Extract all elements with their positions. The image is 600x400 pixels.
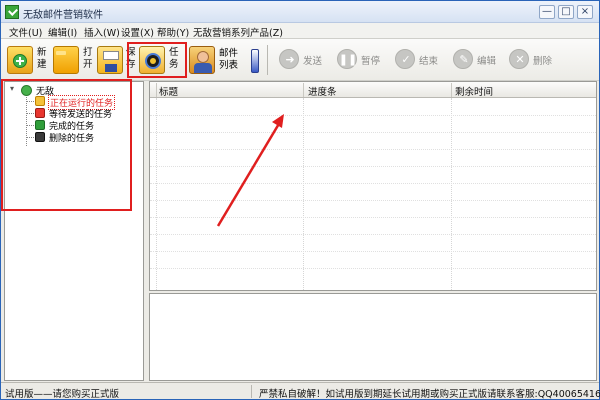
pencil-icon: ✎ — [453, 49, 473, 69]
app-logo-icon — [5, 5, 19, 19]
delete-button[interactable]: ✕ 删除 — [509, 49, 563, 71]
end-button[interactable]: ✓ 结束 — [395, 49, 449, 71]
mail-list-icon — [189, 46, 215, 74]
close-button[interactable]: × — [577, 5, 593, 19]
save-disk-icon — [97, 46, 123, 74]
annotation-box-task — [127, 42, 187, 78]
status-license: 试用版——请您购买正式版 — [5, 389, 120, 400]
menu-products[interactable]: 无敌营销系列产品(Z) — [193, 25, 283, 39]
delete-label: 删除 — [533, 56, 553, 67]
mail-list-button[interactable]: 邮件列表 — [189, 42, 247, 78]
send-label: 发送 — [303, 56, 323, 67]
end-label: 结束 — [419, 56, 439, 67]
pause-label: 暂停 — [361, 56, 381, 67]
open-label: 打开 — [83, 47, 93, 70]
title-bar: 无敌邮件营销软件 — □ × — [1, 1, 599, 23]
toolbar-more-icon[interactable] — [251, 49, 259, 73]
open-button[interactable]: 打开 — [53, 42, 95, 78]
menu-bar: 文件(U) 编辑(I) 插入(W) 设置(X) 帮助(Y) 无敌营销系列产品(Z… — [1, 23, 599, 39]
annotation-box-tree — [1, 79, 132, 211]
folder-icon — [53, 46, 79, 74]
new-label: 新建 — [37, 47, 47, 70]
toolbar-separator — [267, 45, 268, 75]
pause-button[interactable]: ❚❚ 暂停 — [337, 49, 391, 71]
pause-icon: ❚❚ — [337, 49, 357, 69]
window-title: 无敌邮件营销软件 — [23, 10, 103, 21]
send-arrow-icon: ➜ — [279, 49, 299, 69]
menu-settings[interactable]: 设置(X) — [121, 25, 154, 39]
edit-button[interactable]: ✎ 编辑 — [453, 49, 507, 71]
toolbar: 新建 打开 保存 任务 邮件列表 ➜ 发送 ❚❚ 暂停 ✓ 结束 ✎ 编辑 ✕ … — [1, 39, 599, 81]
task-list: 标题 进度条 剩余时间 — [149, 81, 597, 291]
menu-edit[interactable]: 编辑(I) — [48, 25, 77, 39]
minimize-button[interactable]: — — [539, 5, 555, 19]
maximize-button[interactable]: □ — [558, 5, 574, 19]
menu-help[interactable]: 帮助(Y) — [157, 25, 189, 39]
new-button[interactable]: 新建 — [7, 42, 49, 78]
status-notice: 严禁私自破解！如试用版到期延长试用期或购买正式版请联系客服:QQ40065416… — [259, 389, 600, 400]
send-button[interactable]: ➜ 发送 — [279, 49, 333, 71]
new-document-icon — [7, 46, 33, 74]
task-detail-area[interactable] — [149, 293, 597, 381]
column-progress[interactable]: 进度条 — [308, 84, 337, 98]
menu-file[interactable]: 文件(U) — [9, 25, 42, 39]
edit-label: 编辑 — [477, 56, 497, 67]
list-header: 标题 进度条 剩余时间 — [150, 82, 596, 98]
check-icon: ✓ — [395, 49, 415, 69]
column-title[interactable]: 标题 — [159, 84, 178, 98]
column-remaining-time[interactable]: 剩余时间 — [455, 84, 493, 98]
mail-list-label: 邮件列表 — [219, 48, 239, 71]
status-bar: 试用版——请您购买正式版 严禁私自破解！如试用版到期延长试用期或购买正式版请联系… — [1, 382, 600, 400]
menu-insert[interactable]: 插入(W) — [84, 25, 120, 39]
delete-x-icon: ✕ — [509, 49, 529, 69]
